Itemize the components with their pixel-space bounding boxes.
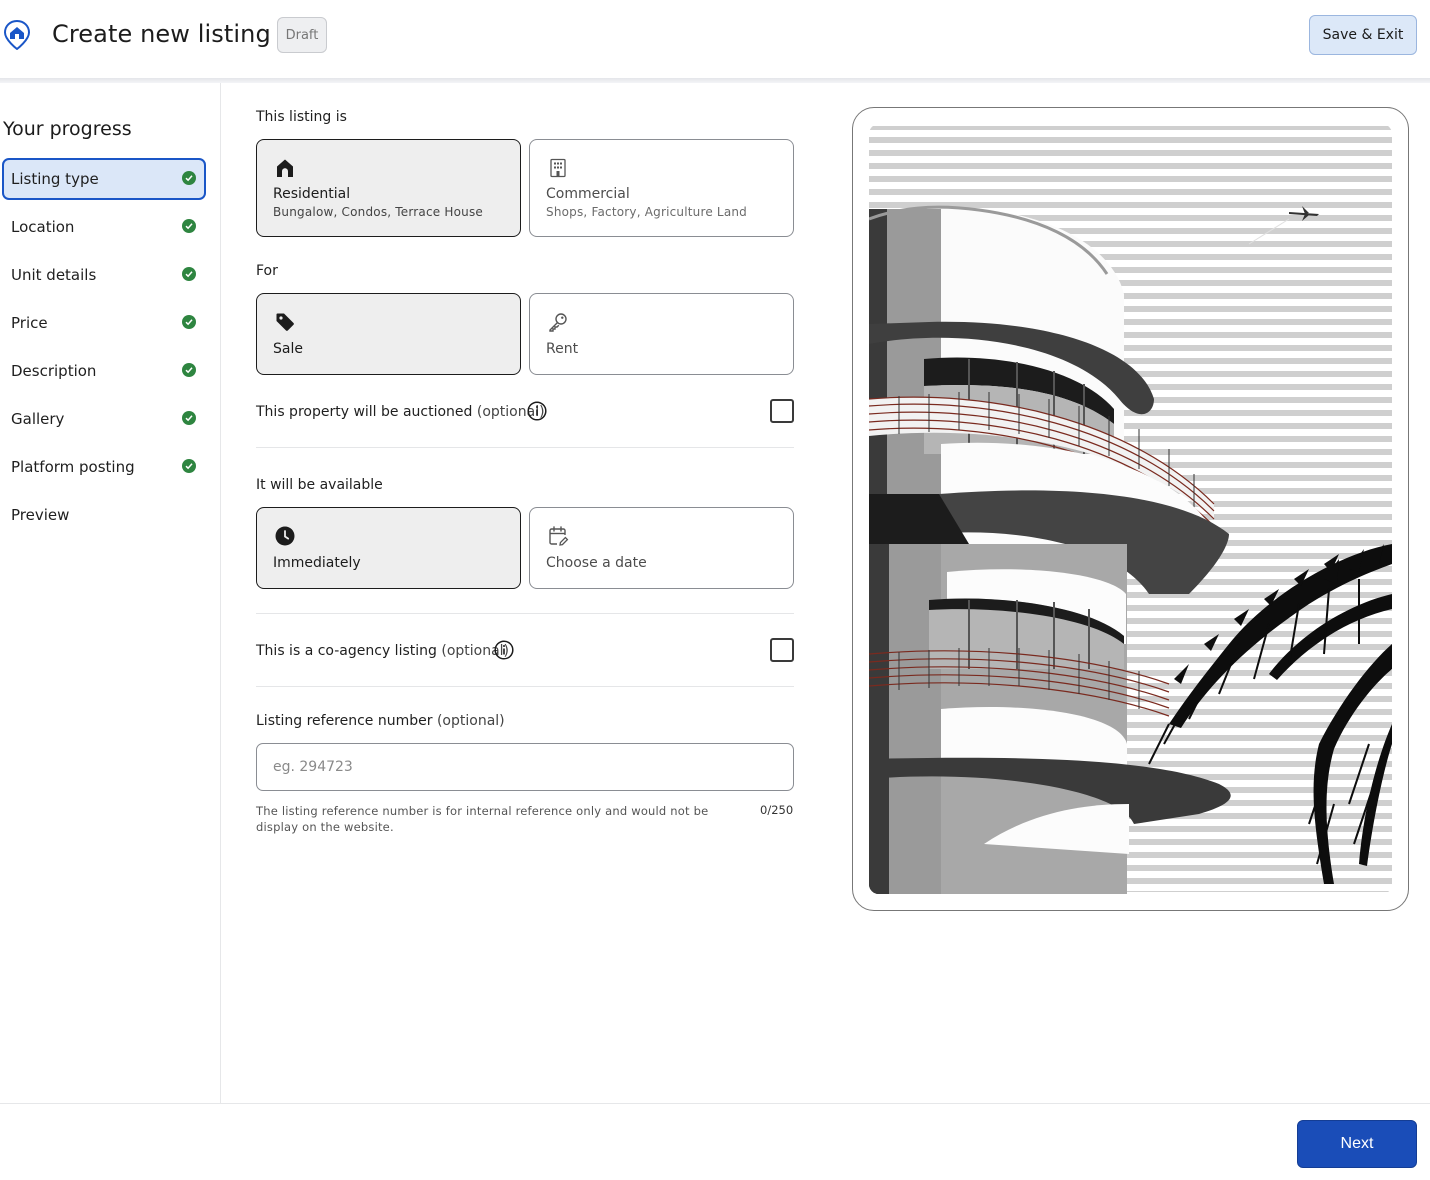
reference-number-input[interactable] bbox=[256, 743, 794, 791]
coagency-label: This is a co-agency listing (optional) bbox=[256, 643, 509, 659]
price-tag-icon bbox=[276, 313, 294, 331]
availability-label: It will be available bbox=[256, 477, 383, 493]
step-label: Listing type bbox=[11, 170, 99, 188]
check-icon bbox=[182, 411, 196, 425]
coagency-checkbox[interactable] bbox=[770, 638, 794, 662]
check-icon bbox=[182, 267, 196, 281]
step-platform-posting[interactable]: Platform posting bbox=[2, 446, 206, 488]
option-title: Immediately bbox=[273, 555, 361, 571]
for-label: For bbox=[256, 263, 278, 279]
status-badge: Draft bbox=[277, 17, 327, 53]
option-title: Residential bbox=[273, 186, 351, 202]
step-label: Description bbox=[11, 362, 97, 380]
step-price[interactable]: Price bbox=[2, 302, 206, 344]
clock-icon bbox=[275, 526, 295, 546]
option-title: Choose a date bbox=[546, 555, 647, 571]
progress-sidebar: Your progress Listing type Location Unit… bbox=[0, 83, 221, 1103]
progress-title: Your progress bbox=[3, 118, 132, 140]
home-pin-logo-icon bbox=[4, 20, 30, 50]
character-counter: 0/250 bbox=[760, 803, 794, 817]
next-button[interactable]: Next bbox=[1297, 1120, 1417, 1168]
office-building-icon bbox=[550, 158, 566, 178]
listing-type-label: This listing is bbox=[256, 109, 347, 125]
option-residential[interactable]: Residential Bungalow, Condos, Terrace Ho… bbox=[256, 139, 521, 237]
option-commercial[interactable]: Commercial Shops, Factory, Agriculture L… bbox=[529, 139, 794, 237]
option-choose-date[interactable]: Choose a date bbox=[529, 507, 794, 589]
check-icon bbox=[182, 315, 196, 329]
step-description[interactable]: Description bbox=[2, 350, 206, 392]
step-listing-type[interactable]: Listing type bbox=[2, 158, 206, 200]
step-label: Price bbox=[11, 314, 48, 332]
step-label: Unit details bbox=[11, 266, 97, 284]
step-label: Gallery bbox=[11, 410, 65, 428]
divider bbox=[256, 447, 794, 448]
check-icon bbox=[182, 459, 196, 473]
key-icon bbox=[549, 313, 567, 332]
auction-label: This property will be auctioned (optiona… bbox=[256, 404, 545, 420]
reference-label-text: Listing reference number bbox=[256, 713, 433, 729]
info-icon[interactable] bbox=[494, 640, 514, 660]
option-sale[interactable]: Sale bbox=[256, 293, 521, 375]
step-label: Location bbox=[11, 218, 75, 236]
divider bbox=[256, 613, 794, 614]
check-icon bbox=[182, 171, 196, 185]
step-label: Preview bbox=[11, 506, 70, 524]
top-bar: Create new listing Draft Save & Exit bbox=[0, 0, 1430, 78]
step-label: Platform posting bbox=[11, 458, 135, 476]
option-title: Sale bbox=[273, 341, 303, 357]
divider bbox=[256, 686, 794, 687]
reference-helper-text: The listing reference number is for inte… bbox=[256, 804, 709, 834]
step-unit-details[interactable]: Unit details bbox=[2, 254, 206, 296]
calendar-edit-icon bbox=[549, 526, 569, 546]
reference-label: Listing reference number (optional) bbox=[256, 713, 505, 729]
option-immediately[interactable]: Immediately bbox=[256, 507, 521, 589]
page-title: Create new listing bbox=[52, 20, 271, 48]
option-rent[interactable]: Rent bbox=[529, 293, 794, 375]
option-title: Commercial bbox=[546, 186, 630, 202]
check-icon bbox=[182, 219, 196, 233]
optional-tag: (optional) bbox=[436, 713, 505, 729]
save-exit-button[interactable]: Save & Exit bbox=[1309, 15, 1417, 55]
home-icon bbox=[277, 159, 293, 177]
auction-checkbox[interactable] bbox=[770, 399, 794, 423]
footer-divider bbox=[0, 1103, 1430, 1104]
check-icon bbox=[182, 363, 196, 377]
auction-label-text: This property will be auctioned bbox=[256, 404, 473, 420]
step-location[interactable]: Location bbox=[2, 206, 206, 248]
option-subtitle: Shops, Factory, Agriculture Land bbox=[546, 205, 747, 219]
info-icon[interactable] bbox=[527, 401, 547, 421]
building-illustration bbox=[869, 124, 1392, 894]
step-gallery[interactable]: Gallery bbox=[2, 398, 206, 440]
coagency-label-text: This is a co-agency listing bbox=[256, 643, 437, 659]
option-title: Rent bbox=[546, 341, 579, 357]
option-subtitle: Bungalow, Condos, Terrace House bbox=[273, 205, 483, 219]
step-preview[interactable]: Preview bbox=[2, 494, 206, 536]
